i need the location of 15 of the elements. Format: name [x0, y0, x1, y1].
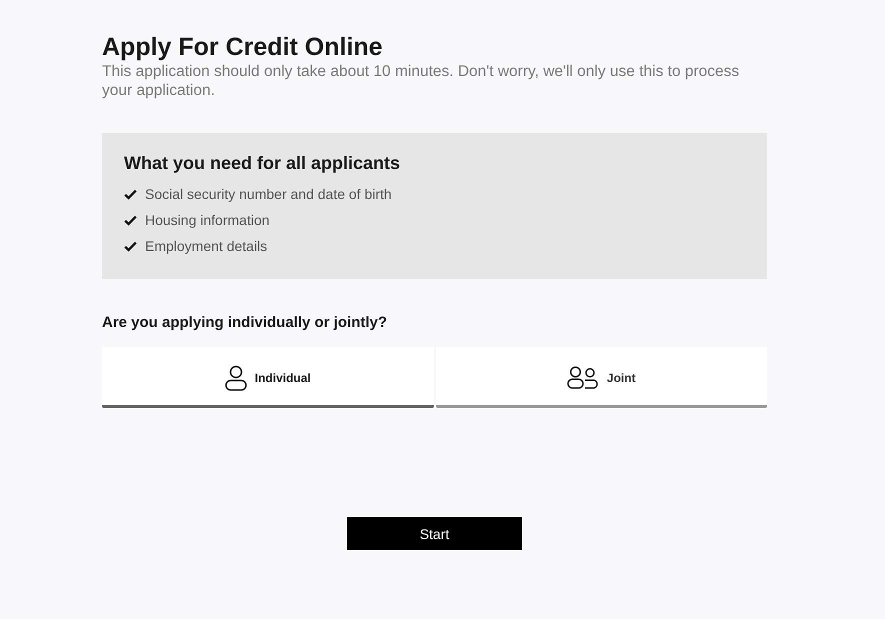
page-subtitle: This application should only take about 10 minutes. Don't worry, we'll only use this to process your application. — [102, 62, 740, 100]
requirement-text: Housing information — [145, 212, 270, 228]
check-icon — [124, 240, 137, 252]
check-icon — [124, 188, 137, 200]
requirement-text: Social security number and date of birth — [145, 186, 392, 202]
start-button[interactable]: Start — [347, 517, 522, 550]
applicant-type-tab[interactable]: Individual — [102, 347, 434, 408]
two-people-icon — [566, 366, 599, 389]
check-icon — [124, 214, 137, 226]
person-icon — [224, 364, 247, 390]
question-label: Are you applying individually or jointly? — [102, 314, 388, 332]
requirements-title: What you need for all applicants — [124, 152, 400, 174]
applicant-type-tab[interactable]: Joint — [436, 347, 767, 408]
page-title: Apply For Credit Online — [102, 32, 383, 62]
requirement-text: Employment details — [145, 238, 268, 254]
